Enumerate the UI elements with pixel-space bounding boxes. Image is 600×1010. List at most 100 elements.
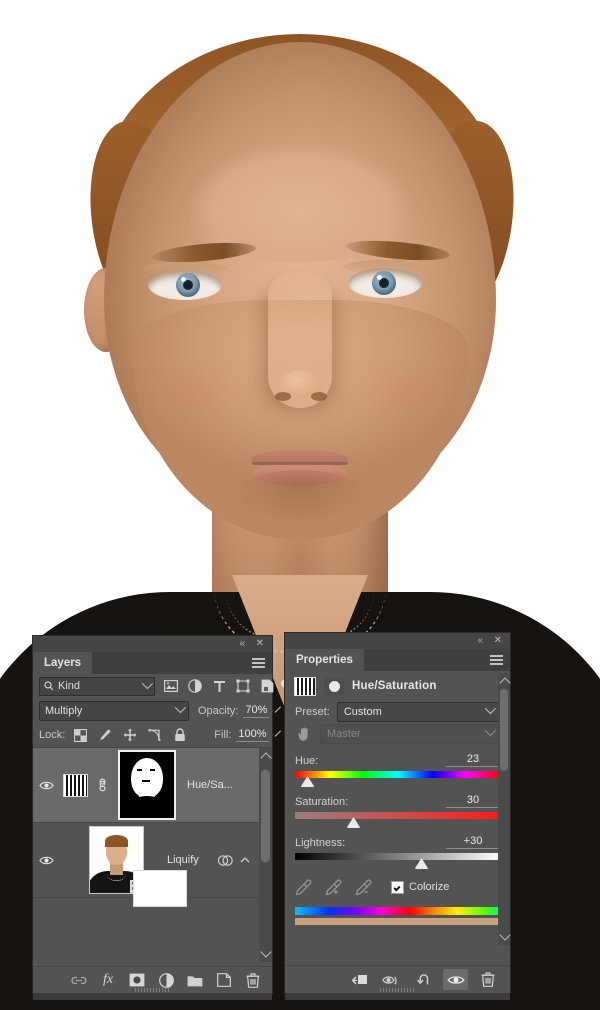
- scrollbar-thumb[interactable]: [261, 770, 270, 862]
- properties-panel-edge: [285, 993, 510, 1000]
- saturation-slider-handle[interactable]: [347, 817, 362, 829]
- pixel-layer-filter-icon[interactable]: [164, 679, 178, 693]
- saturation-value[interactable]: 30: [446, 794, 500, 808]
- search-icon: [44, 681, 54, 691]
- layer-mask-icon[interactable]: [324, 678, 344, 695]
- chevron-down-icon: [485, 703, 496, 714]
- hue-value[interactable]: 23: [446, 753, 500, 767]
- eyedropper-icon[interactable]: [295, 879, 312, 896]
- hue-label: Hue:: [295, 755, 318, 767]
- panel-menu-icon[interactable]: [490, 655, 503, 665]
- filter-kind-label: Kind: [58, 680, 80, 692]
- lock-position-icon[interactable]: [123, 728, 137, 742]
- properties-panel-topbar: « ✕: [285, 633, 510, 649]
- link-layers-icon[interactable]: [71, 972, 87, 988]
- saturation-slider-track[interactable]: [295, 812, 500, 819]
- chevron-down-icon: [485, 725, 496, 736]
- mask-detail: [142, 780, 150, 782]
- colorize-checkbox-group[interactable]: Colorize: [391, 881, 449, 894]
- hand-target-adjust-icon[interactable]: [295, 725, 313, 743]
- layer-visibility-toggle[interactable]: [33, 780, 59, 791]
- colorize-checkbox[interactable]: [391, 881, 404, 894]
- scroll-up-icon[interactable]: [499, 677, 510, 688]
- clip-to-layer-icon[interactable]: [347, 969, 372, 990]
- tab-layers[interactable]: Layers: [33, 652, 92, 674]
- eyedropper-subtract-icon[interactable]: [355, 879, 372, 896]
- close-icon[interactable]: ✕: [494, 635, 502, 647]
- properties-panel: « ✕ Properties Hue/Saturation Preset: Cu…: [285, 633, 510, 993]
- layer-visibility-toggle[interactable]: [33, 855, 59, 866]
- lightness-value[interactable]: +30: [446, 835, 500, 849]
- channel-value: Master: [327, 728, 361, 740]
- fill-value[interactable]: 100%: [236, 728, 268, 742]
- layers-panel-edge: [33, 993, 272, 1000]
- smart-object-filter-icon[interactable]: [260, 679, 274, 693]
- adjustment-layer-filter-icon[interactable]: [188, 679, 202, 693]
- adjustment-thumbnail[interactable]: [63, 774, 88, 797]
- scrollbar-thumb[interactable]: [500, 689, 508, 771]
- new-group-icon[interactable]: [187, 972, 203, 988]
- result-color-bar[interactable]: [295, 918, 500, 925]
- smart-filters-icon[interactable]: [218, 854, 233, 867]
- layer-thumbnails: [59, 750, 176, 820]
- new-layer-icon[interactable]: [216, 972, 232, 988]
- toggle-layer-visibility-icon[interactable]: [443, 969, 468, 990]
- eye-glint-right: [377, 275, 382, 280]
- layers-panel-body: Kind: [33, 674, 272, 962]
- panel-resize-grip[interactable]: [135, 988, 171, 992]
- layers-panel-footer: fx: [33, 966, 272, 993]
- chevron-down-icon: [175, 701, 186, 712]
- layer-style-fx-button[interactable]: fx: [100, 972, 116, 988]
- panel-menu-icon[interactable]: [252, 658, 265, 668]
- mask-shadow-shape: [128, 796, 166, 816]
- table-row[interactable]: Hue/Sa...: [33, 748, 272, 823]
- type-layer-filter-icon[interactable]: [212, 679, 226, 693]
- chin-shadow: [228, 470, 372, 526]
- properties-scrollbar[interactable]: [498, 673, 510, 945]
- hue-slider-track[interactable]: [295, 771, 500, 778]
- scroll-down-icon[interactable]: [260, 946, 271, 957]
- layer-mask-thumbnail[interactable]: [118, 750, 176, 820]
- lightness-slider-track[interactable]: [295, 853, 500, 860]
- eye-glint-left: [181, 277, 186, 282]
- reset-to-default-icon[interactable]: [411, 969, 436, 990]
- hue-slider-handle[interactable]: [301, 776, 316, 788]
- properties-adjustment-icon: [294, 677, 316, 696]
- layer-name[interactable]: Hue/Sa...: [187, 779, 233, 791]
- add-layer-mask-icon[interactable]: [129, 972, 145, 988]
- cheek-left: [150, 358, 236, 428]
- new-adjustment-layer-icon[interactable]: [158, 972, 174, 988]
- forehead: [150, 92, 450, 262]
- scroll-up-icon[interactable]: [260, 752, 271, 763]
- view-previous-state-icon[interactable]: [379, 969, 404, 990]
- opacity-value[interactable]: 70%: [243, 704, 269, 718]
- filter-kind-select[interactable]: Kind: [39, 677, 155, 696]
- chevron-up-icon[interactable]: [240, 856, 250, 864]
- layers-scrollbar[interactable]: [259, 748, 272, 962]
- link-mask-icon[interactable]: [97, 777, 109, 793]
- lock-transparent-pixels-icon[interactable]: [73, 728, 87, 742]
- preset-select[interactable]: Custom: [337, 702, 500, 722]
- lightness-slider-handle[interactable]: [415, 858, 430, 870]
- layer-name[interactable]: Liquify: [167, 854, 199, 866]
- eyedropper-colorize-row: Colorize: [285, 874, 510, 900]
- delete-layer-icon[interactable]: [245, 972, 261, 988]
- blend-mode-select[interactable]: Multiply: [39, 701, 189, 721]
- scroll-down-icon[interactable]: [499, 929, 510, 940]
- panel-resize-grip[interactable]: [380, 988, 416, 992]
- spectrum-bars: [285, 907, 510, 925]
- full-hue-spectrum-bar[interactable]: [295, 907, 500, 915]
- close-icon[interactable]: ✕: [256, 638, 264, 650]
- collapse-icon[interactable]: «: [239, 638, 245, 650]
- tab-properties[interactable]: Properties: [285, 649, 364, 671]
- lock-image-pixels-icon[interactable]: [98, 728, 112, 742]
- shape-layer-filter-icon[interactable]: [236, 679, 250, 693]
- delete-adjustment-layer-icon[interactable]: [475, 969, 500, 990]
- lock-artboard-nesting-icon[interactable]: [148, 728, 162, 742]
- lock-all-icon[interactable]: [173, 728, 187, 742]
- channel-select[interactable]: Master: [320, 724, 500, 744]
- collapse-icon[interactable]: «: [477, 635, 483, 647]
- eyedropper-add-icon[interactable]: [325, 879, 342, 896]
- eyelid-right: [343, 260, 427, 274]
- smart-filter-mask-thumbnail[interactable]: [133, 870, 187, 907]
